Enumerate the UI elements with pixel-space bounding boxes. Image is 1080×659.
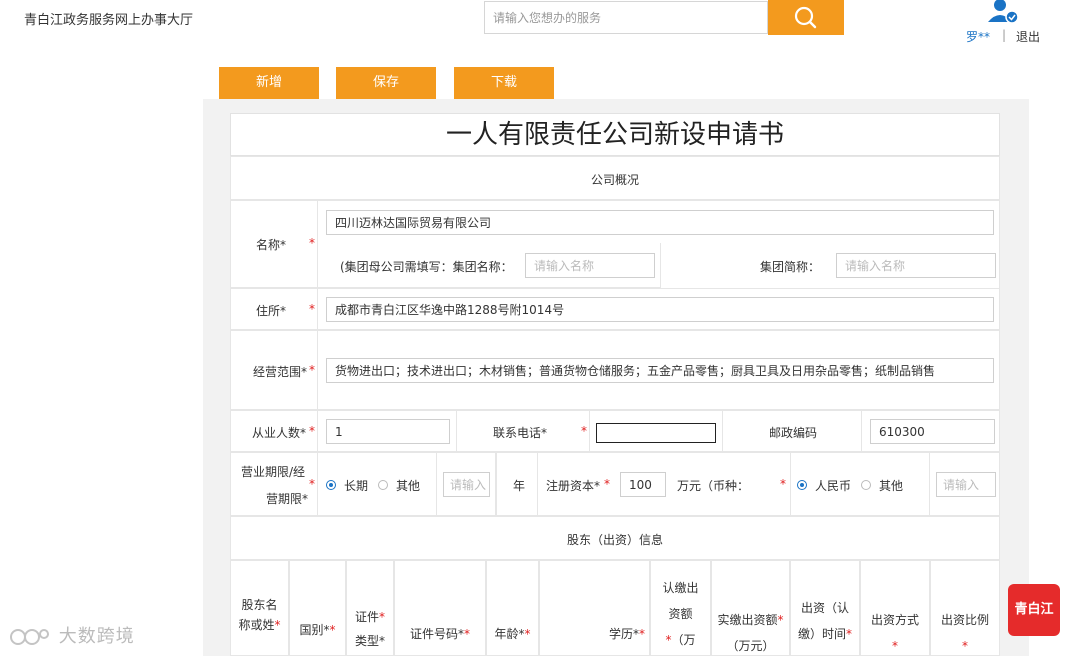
col-header-ratio: 出资比例 *: [930, 560, 1000, 656]
term-long-radio[interactable]: [326, 480, 336, 490]
scope-required-mark: *: [309, 363, 315, 377]
search-icon: [794, 6, 817, 29]
col-header-age: 年龄**: [486, 560, 539, 656]
col-header-time-l1: 出资（认: [800, 601, 849, 615]
phone-required-mark: *: [581, 424, 587, 438]
col-header-time: 出资（认缴）时间*: [790, 560, 860, 656]
capital-input[interactable]: 100: [620, 472, 666, 497]
col-header-ratio-l1: 出资比例: [940, 613, 989, 627]
term-required-mark: *: [309, 477, 315, 491]
col-header-id-type: 证件* 类型*: [346, 560, 394, 656]
term-other-radio[interactable]: [378, 480, 388, 490]
company-name-input[interactable]: 四川迈林达国际贸易有限公司: [326, 210, 994, 235]
watermark-label: 大数跨境: [58, 626, 135, 647]
col-header-education-req: *: [639, 627, 645, 641]
add-button[interactable]: 新增: [219, 67, 319, 99]
col-header-name-l2: 称或姓: [238, 618, 275, 632]
group-name-input[interactable]: 请输入名称: [525, 253, 655, 278]
currency-options-cell: [790, 452, 930, 516]
business-scope-input[interactable]: 货物进出口；技术进出口；木材销售；普通货物仓储服务；五金产品零售；厨具卫具及日用…: [326, 358, 994, 383]
phone-label: 联系电话*: [493, 426, 548, 440]
download-button[interactable]: 下载: [454, 67, 554, 99]
col-header-country: 国别**: [289, 560, 346, 656]
col-header-paid: 实缴出资额* （万元）: [711, 560, 790, 656]
capital-required-mark: *: [604, 477, 610, 491]
col-header-education: 学历**: [539, 560, 650, 656]
watermark-logo-icon: [10, 629, 49, 645]
search-box[interactable]: [484, 1, 768, 34]
col-header-education-l1: 学历*: [608, 627, 639, 641]
address-input[interactable]: 成都市青白江区华逸中路1288号附1014号: [326, 297, 994, 322]
col-header-time-req: *: [846, 627, 852, 641]
col-header-paid-req: *: [777, 613, 784, 627]
col-header-subscribed-l1: 认缴出: [662, 581, 699, 595]
employees-label: 从业人数*: [252, 426, 307, 440]
term-long-label[interactable]: 长期: [344, 477, 368, 494]
currency-other-radio[interactable]: [861, 480, 871, 490]
postcode-input[interactable]: 610300: [870, 419, 995, 444]
name-label: 名称*: [256, 238, 287, 252]
col-header-subscribed-l3: （万: [671, 633, 696, 647]
col-header-method-l1: 出资方式: [870, 613, 919, 627]
term-other-label[interactable]: 其他: [396, 477, 420, 494]
save-button[interactable]: 保存: [336, 67, 436, 99]
form-title: 一人有限责任公司新设申请书: [230, 113, 1000, 156]
col-header-age-req: *: [524, 627, 531, 641]
col-header-name-l1: 股东名: [241, 598, 278, 612]
header-separator: |: [1002, 28, 1007, 42]
term-years-input[interactable]: 请输入: [443, 472, 490, 497]
search-button[interactable]: [768, 0, 844, 35]
col-header-age-l1: 年龄*: [494, 627, 525, 641]
capital-label: 注册资本*: [546, 479, 601, 493]
section-shareholder-title: 股东（出资）信息: [566, 533, 663, 547]
qingbaijiang-logo: 青白江: [1008, 584, 1060, 636]
term-label-line2: 营期限*: [266, 492, 309, 506]
watermark-text: 大数跨境: [8, 622, 135, 649]
currency-required-mark: *: [780, 477, 786, 491]
col-header-method: 出资方式 *: [860, 560, 930, 656]
employees-input[interactable]: 1: [326, 419, 450, 444]
col-header-id-type-l2: 类型*: [354, 634, 385, 648]
user-name[interactable]: 罗**: [966, 28, 990, 45]
capital-unit: 万元（币种：: [677, 479, 750, 493]
col-header-id-number-req: *: [464, 627, 470, 641]
col-header-id-number: 证件号码**: [394, 560, 486, 656]
col-header-name: 股东名称或姓*: [230, 560, 289, 656]
group-short-label: 集团简称：: [760, 260, 821, 274]
term-label-line1: 营业期限/经: [241, 465, 306, 479]
section-company-title: 公司概况: [590, 173, 639, 187]
group-short-input[interactable]: 请输入名称: [836, 253, 996, 278]
logout-link[interactable]: 退出: [1016, 28, 1040, 45]
currency-rmb-radio[interactable]: [797, 480, 807, 490]
postcode-label: 邮政编码: [769, 426, 818, 440]
employees-required-mark: *: [309, 424, 315, 438]
name-required-mark: *: [309, 236, 315, 250]
currency-other-label[interactable]: 其他: [879, 477, 903, 494]
scope-label: 经营范围*: [253, 365, 308, 379]
search-input[interactable]: [485, 2, 761, 33]
group-note-label: (集团母公司需填写：集团名称：: [340, 260, 513, 274]
col-header-paid-l1: 实缴出资额: [717, 613, 778, 627]
col-header-country-req: *: [329, 623, 336, 637]
term-years-unit: 年: [513, 479, 526, 493]
col-header-name-req: *: [274, 618, 281, 632]
site-title: 青白江政务服务网上办事大厅: [24, 13, 194, 28]
col-header-id-type-req: *: [379, 610, 385, 624]
col-header-time-l2: 缴）时间: [797, 627, 846, 641]
address-label: 住所*: [256, 304, 287, 318]
address-required-mark: *: [309, 302, 315, 316]
col-header-id-type-l1: 证件: [354, 610, 379, 624]
col-header-ratio-req: *: [962, 639, 968, 653]
currency-other-input[interactable]: 请输入: [936, 472, 996, 497]
col-header-paid-l2: （万元）: [726, 639, 775, 653]
col-header-subscribed-l2: 资额: [668, 607, 693, 621]
phone-input[interactable]: [596, 423, 716, 443]
col-header-country-l1: 国别*: [299, 623, 330, 637]
col-header-method-req: *: [892, 639, 898, 653]
currency-rmb-label[interactable]: 人民币: [815, 477, 851, 494]
col-header-subscribed: 认缴出 资额 *（万: [650, 560, 711, 656]
col-header-id-number-l1: 证件号码*: [409, 627, 464, 641]
user-avatar-icon[interactable]: [984, 0, 1024, 26]
